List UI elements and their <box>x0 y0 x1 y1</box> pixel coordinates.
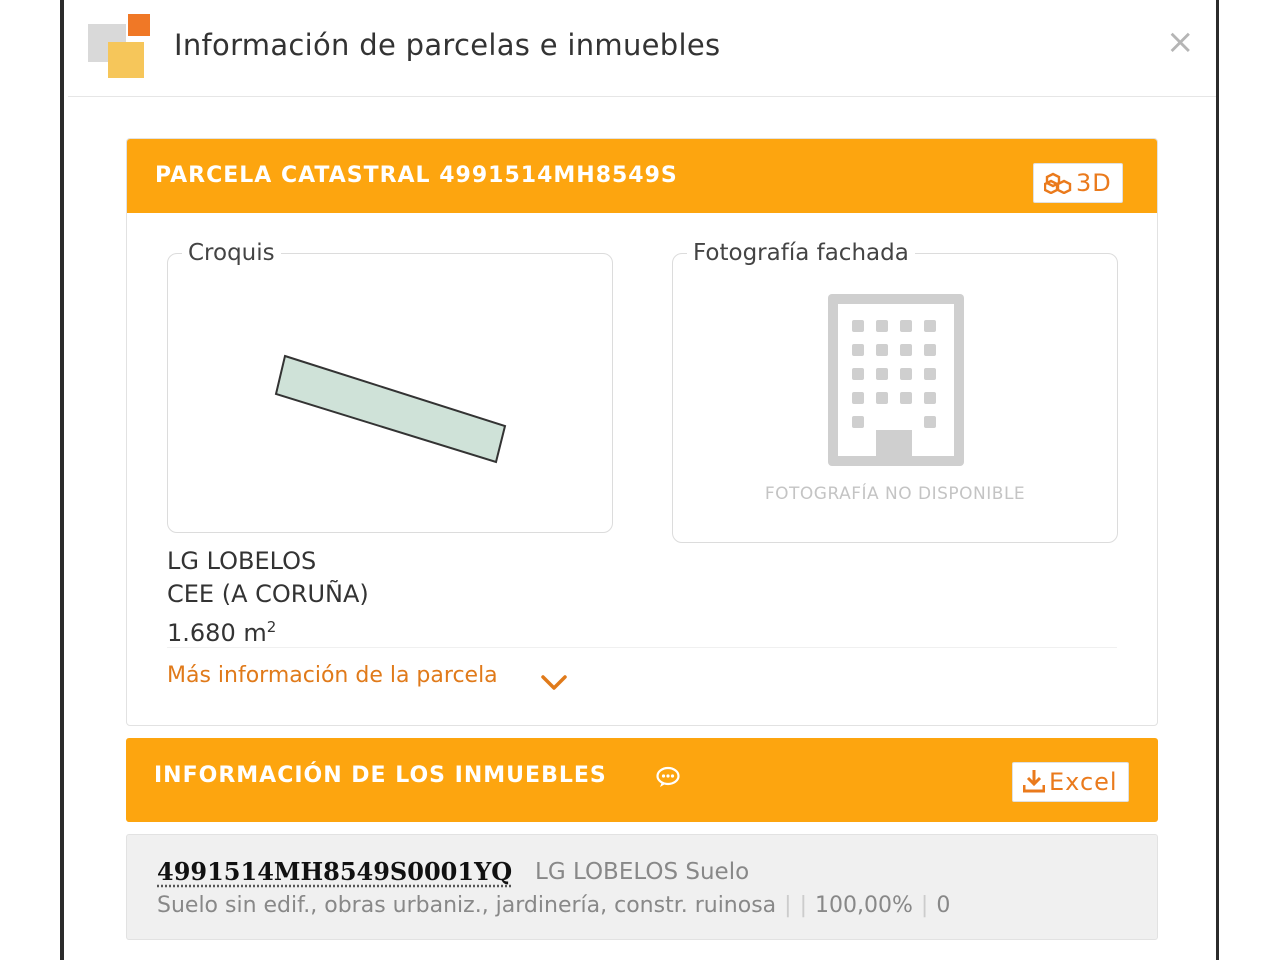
building-icon <box>828 294 964 466</box>
parcel-address: LG LOBELOS CEE (A CORUÑA) 1.680 m2 <box>167 545 1117 648</box>
area-unit-sup: 2 <box>266 618 277 636</box>
view-3d-button[interactable]: 3D <box>1033 163 1123 203</box>
area-value: 1.680 m <box>167 619 267 647</box>
inmueble-details: Suelo sin edif., obras urbaniz., jardine… <box>157 893 950 918</box>
parcel-title: PARCELA CATASTRAL 4991514MH8549S <box>155 163 678 188</box>
close-button[interactable]: × <box>1166 22 1195 62</box>
view-3d-label: 3D <box>1076 169 1112 197</box>
excel-export-button[interactable]: Excel <box>1012 762 1129 802</box>
separator: | <box>920 893 929 918</box>
inmueble-reference-link[interactable]: 4991514MH8549S0001YQ <box>157 857 512 886</box>
chevron-down-icon[interactable] <box>541 675 567 691</box>
inmueble-use: Suelo sin edif., obras urbaniz., jardine… <box>157 893 777 918</box>
dialog-header: Información de parcelas e inmuebles × <box>68 0 1216 97</box>
parcel-panel: PARCELA CATASTRAL 4991514MH8549S 3D Croq… <box>126 138 1158 726</box>
inmueble-address: LG LOBELOS Suelo <box>535 859 750 885</box>
inmuebles-panel: INFORMACIÓN DE LOS INMUEBLES Excel <box>126 738 1158 822</box>
inmueble-year: 0 <box>936 893 951 918</box>
parcel-info-dialog: Información de parcelas e inmuebles × PA… <box>68 0 1216 960</box>
comment-icon[interactable] <box>656 766 680 788</box>
inmueble-row: 4991514MH8549S0001YQ LG LOBELOS Suelo Su… <box>126 834 1158 940</box>
download-icon <box>1022 770 1046 793</box>
separator: | <box>784 893 792 918</box>
catastro-logo-icon <box>88 14 152 80</box>
photo-unavailable-text: FOTOGRAFÍA NO DISPONIBLE <box>764 484 1026 504</box>
background-left <box>0 0 64 960</box>
address-city: CEE (A CORUÑA) <box>167 580 369 608</box>
address-street: LG LOBELOS <box>167 547 317 575</box>
separator: | <box>799 893 808 918</box>
parcel-panel-header: PARCELA CATASTRAL 4991514MH8549S 3D <box>127 139 1157 213</box>
inmuebles-panel-header: INFORMACIÓN DE LOS INMUEBLES Excel <box>126 738 1158 822</box>
background-right <box>1216 0 1280 960</box>
cubes-icon <box>1043 172 1072 195</box>
croquis-box: Croquis <box>167 240 613 533</box>
more-info-link[interactable]: Más información de la parcela <box>167 663 498 688</box>
inmuebles-title: INFORMACIÓN DE LOS INMUEBLES <box>154 763 607 788</box>
excel-label: Excel <box>1049 768 1118 796</box>
facade-photo-box: Fotografía fachada FOTOGRAFÍA NO DISPONI… <box>672 240 1118 543</box>
inmueble-participation: 100,00% <box>815 893 913 918</box>
parcel-sketch[interactable] <box>168 254 612 532</box>
facade-photo-legend: Fotografía fachada <box>687 240 915 266</box>
dialog-title: Información de parcelas e inmuebles <box>174 28 721 62</box>
parcel-area: 1.680 m2 <box>167 611 1117 650</box>
